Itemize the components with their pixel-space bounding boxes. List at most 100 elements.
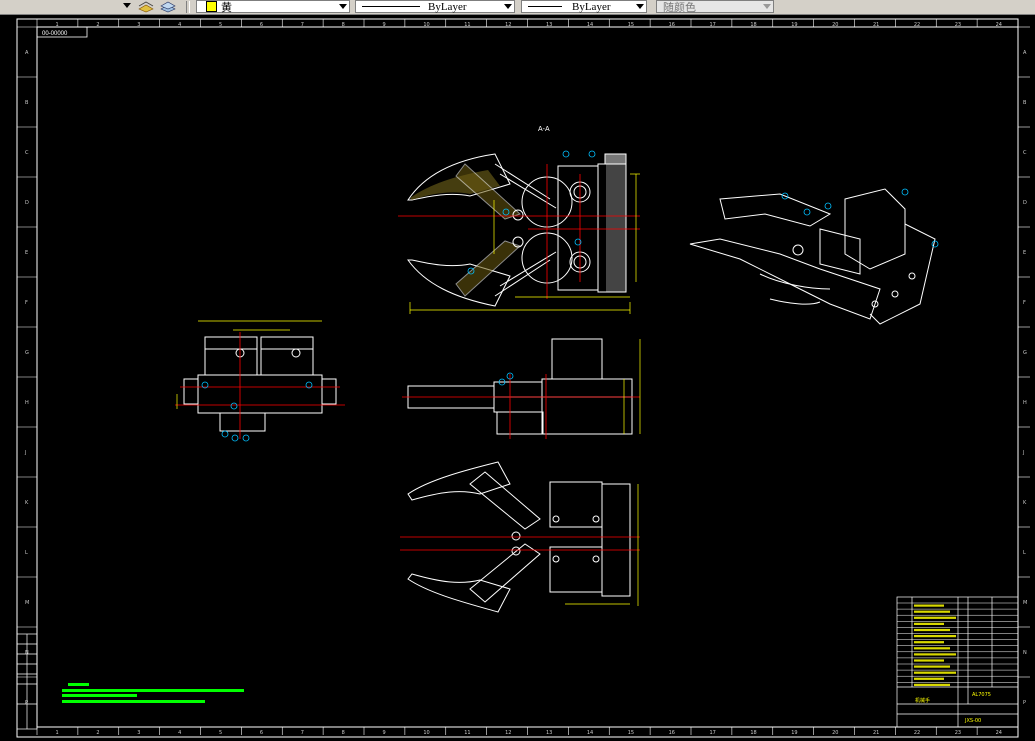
top-view-balloons <box>498 372 514 386</box>
ruler-label-top: 11 <box>464 730 470 736</box>
ruler-label-left: P <box>25 700 28 706</box>
ruler-label-top: 15 <box>628 22 634 28</box>
layer-previous-icon[interactable] <box>138 0 156 13</box>
ruler-label-top: 23 <box>955 22 961 28</box>
ruler-label-left: D <box>25 200 29 206</box>
chevron-down-icon[interactable] <box>504 4 512 9</box>
inner-border <box>36 26 1019 728</box>
chevron-down-icon[interactable] <box>636 4 644 9</box>
ruler-label-left: L <box>25 550 28 556</box>
ruler-label-top: 20 <box>832 730 838 736</box>
titleblock-row-text <box>914 653 956 656</box>
ruler-label-top: 5 <box>219 730 222 736</box>
front-view-balloons <box>467 150 596 275</box>
isometric-view-balloons <box>781 188 939 248</box>
ruler-label-left: D <box>1023 200 1027 206</box>
titleblock-material: AL7075 <box>972 692 991 698</box>
ruler-label-top: 24 <box>996 730 1002 736</box>
ruler-label-top: 4 <box>178 22 181 28</box>
ruler-label-left: J <box>1022 450 1024 456</box>
front-view-centerlines <box>398 164 640 299</box>
isometric-view <box>689 188 936 325</box>
ruler-label-top: 12 <box>505 22 511 28</box>
chevron-down-icon[interactable] <box>339 4 347 9</box>
ruler-label-top: 6 <box>260 730 263 736</box>
ruler-label-left: P <box>1023 700 1026 706</box>
ruler-label-left: M <box>25 600 29 606</box>
ruler-label-left: G <box>25 350 29 356</box>
ruler-label-top: 4 <box>178 730 181 736</box>
ruler-label-top: 8 <box>342 22 345 28</box>
ruler-label-left: A <box>1023 50 1027 56</box>
ruler-label-top: 14 <box>587 730 593 736</box>
section-label: A-A <box>538 126 550 133</box>
lineweight-value: ByLayer <box>572 0 611 13</box>
side-view <box>183 336 337 432</box>
linetype-sample <box>362 6 420 7</box>
ruler-label-top: 11 <box>464 22 470 28</box>
ruler-label-top: 15 <box>628 730 634 736</box>
ruler-label-top: 12 <box>505 730 511 736</box>
ruler-label-left: K <box>25 500 29 506</box>
toolbar-separator <box>186 1 190 13</box>
ruler-label-top: 10 <box>423 730 429 736</box>
ruler-label-top: 23 <box>955 730 961 736</box>
plotstyle-value: 随颜色 <box>663 1 696 14</box>
ruler-label-top: 16 <box>669 730 675 736</box>
ruler-label-left: F <box>1023 300 1026 306</box>
linetype-combo[interactable]: ByLayer <box>355 0 515 13</box>
ruler-label-left: K <box>1023 500 1027 506</box>
ruler-label-top: 22 <box>914 22 920 28</box>
ruler-label-left: N <box>1023 650 1027 656</box>
chevron-down-icon[interactable] <box>763 4 771 9</box>
ruler-label-left: E <box>1023 250 1026 256</box>
side-view-dimensions <box>176 320 322 409</box>
ruler-label-top: 5 <box>219 22 222 28</box>
ruler-label-left: L <box>1023 550 1026 556</box>
title-tag: 00-00000 <box>42 31 68 37</box>
ruler-label-left: M <box>1023 600 1027 606</box>
ruler-label-top: 18 <box>750 730 756 736</box>
linetype-value: ByLayer <box>428 0 467 13</box>
ruler-label-left: H <box>25 400 29 406</box>
side-view-centerlines <box>175 332 345 439</box>
lineweight-sample <box>528 6 562 7</box>
ruler-label-top: 13 <box>546 22 552 28</box>
ruler-label-top: 1 <box>55 730 58 736</box>
drawing-canvas[interactable]: 1122334455667788991010111112121313141415… <box>0 14 1035 741</box>
color-swatch <box>206 1 217 12</box>
layer-states-icon[interactable] <box>160 0 178 13</box>
ruler-label-top: 9 <box>382 22 385 28</box>
ruler-label-top: 21 <box>873 730 879 736</box>
revision-table <box>16 633 38 730</box>
color-combo[interactable]: 黄 <box>196 0 350 14</box>
titleblock-row-text <box>914 671 956 674</box>
titleblock-row-text <box>914 683 950 686</box>
ruler-label-top: 2 <box>96 730 99 736</box>
layer-combo[interactable] <box>0 0 133 13</box>
outer-border <box>16 18 1019 738</box>
ruler-label-left: E <box>25 250 28 256</box>
titleblock-row-text <box>914 616 956 619</box>
color-value: 黄 <box>221 1 232 14</box>
ruler-label-top: 2 <box>96 22 99 28</box>
ruler-label-top: 13 <box>546 730 552 736</box>
ruler-label-left: B <box>1023 100 1027 106</box>
plotstyle-combo[interactable]: 随颜色 <box>656 0 774 14</box>
ruler-label-top: 16 <box>669 22 675 28</box>
titleblock-row-text <box>914 604 944 607</box>
ruler-label-left: G <box>1023 350 1027 356</box>
ruler-label-top: 17 <box>709 22 715 28</box>
ruler-label-left: C <box>1023 150 1027 156</box>
ruler-label-top: 19 <box>791 22 797 28</box>
zone-rulers: 1122334455667788991010111112121313141415… <box>17 19 1030 736</box>
ruler-label-top: 8 <box>342 730 345 736</box>
lineweight-combo[interactable]: ByLayer <box>521 0 647 13</box>
ruler-label-top: 3 <box>137 730 140 736</box>
ruler-label-top: 7 <box>301 730 304 736</box>
ruler-label-left: J <box>24 450 26 456</box>
titleblock-row-text <box>914 635 956 638</box>
titleblock-row-text <box>914 659 944 662</box>
ruler-label-top: 24 <box>996 22 1002 28</box>
chevron-down-icon[interactable] <box>123 3 131 8</box>
